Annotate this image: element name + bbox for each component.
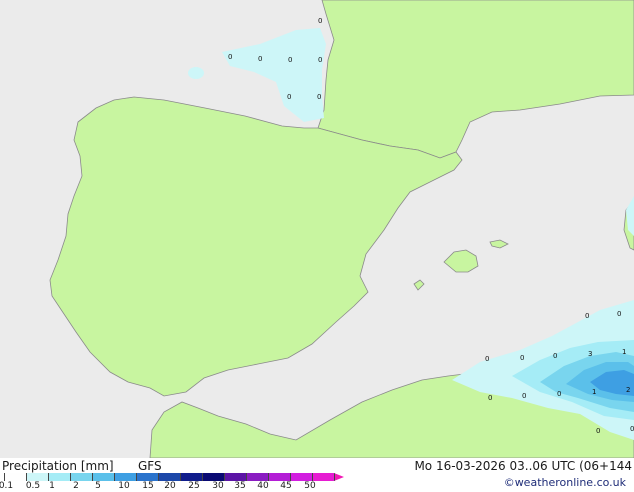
map-value: 0 xyxy=(287,93,291,101)
legend-swatch xyxy=(48,473,70,481)
map-value: 1 xyxy=(622,348,626,356)
forecast-timestamp: Mo 16-03-2026 03..06 UTC (06+144 xyxy=(414,459,632,473)
map-value: 0 xyxy=(585,312,589,320)
map-value: 0 xyxy=(553,352,557,360)
legend-swatch xyxy=(224,473,246,481)
map-value: 0 xyxy=(318,17,322,25)
map-value: 0 xyxy=(228,53,232,61)
model-name: GFS xyxy=(138,459,162,473)
map-value: 1 xyxy=(592,388,596,396)
credit-link[interactable]: ©weatheronline.co.uk xyxy=(504,476,626,490)
map-value: 0 xyxy=(617,310,621,318)
color-scale-bar xyxy=(4,473,344,481)
legend-swatch xyxy=(180,473,202,481)
legend-swatch xyxy=(114,473,136,481)
map-value: 2 xyxy=(626,386,630,394)
map-value: 3 xyxy=(588,350,592,358)
legend-swatch xyxy=(136,473,158,481)
map-value: 0 xyxy=(318,56,322,64)
legend-swatch xyxy=(312,473,334,481)
map-value: 0 xyxy=(288,56,292,64)
map-value: 0 xyxy=(317,93,321,101)
map-value: 0 xyxy=(258,55,262,63)
precipitation-map: 0 0 0 0 0 0 0 0 0 0 0 0 3 1 0 0 0 1 2 0 … xyxy=(0,0,634,458)
map-value: 0 xyxy=(488,394,492,402)
legend-swatch xyxy=(4,473,26,481)
legend-swatch xyxy=(92,473,114,481)
map-value: 0 xyxy=(520,354,524,362)
map-value: 0 xyxy=(557,390,561,398)
precip-biscay-small xyxy=(188,67,204,79)
legend-swatch xyxy=(70,473,92,481)
legend-swatch xyxy=(246,473,268,481)
legend-swatch xyxy=(290,473,312,481)
legend-swatch xyxy=(202,473,224,481)
map-value: 0 xyxy=(522,392,526,400)
map-value: 0 xyxy=(485,355,489,363)
map-value: 0 xyxy=(630,425,634,433)
map-value: 0 xyxy=(596,427,600,435)
legend-title: Precipitation [mm] xyxy=(2,459,114,473)
color-scale-ticks: 0.1 0.5 1 2 5 10 15 20 25 30 35 40 45 50 xyxy=(0,482,330,492)
legend-swatch xyxy=(26,473,48,481)
legend-swatch xyxy=(268,473,290,481)
legend-swatch xyxy=(334,473,344,481)
legend-footer: Precipitation [mm] GFS Mo 16-03-2026 03.… xyxy=(0,458,634,492)
legend-swatch xyxy=(158,473,180,481)
